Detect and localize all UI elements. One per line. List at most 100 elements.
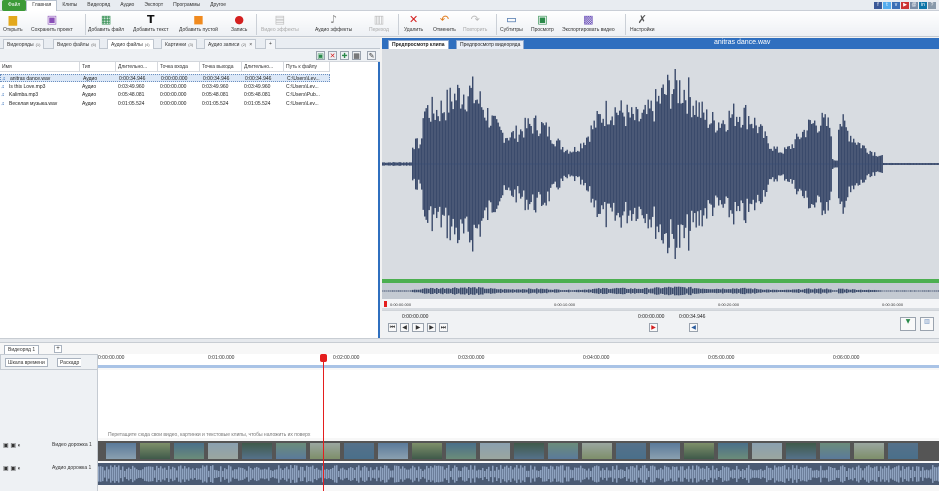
video-clip-thumbnail[interactable]: [718, 443, 748, 459]
col-duration2[interactable]: Длительно...: [242, 62, 284, 72]
grid-view-icon[interactable]: ▦: [352, 51, 361, 60]
twitter-icon[interactable]: t: [883, 2, 891, 9]
col-duration[interactable]: Длительно...: [116, 62, 158, 72]
col-type[interactable]: Тип: [80, 62, 116, 72]
save-project-button[interactable]: ▣ Сохранить проект: [31, 13, 73, 33]
subtitles-button[interactable]: ▭ Субтитры: [500, 13, 523, 33]
video-clip-thumbnail[interactable]: [446, 443, 476, 459]
tab-pictures[interactable]: Картинки (3): [161, 39, 198, 49]
table-row[interactable]: ♫ anitras dance.wav Аудио 0:00:34.946 0:00:0…: [0, 74, 330, 82]
close-tab-icon[interactable]: ×: [249, 42, 252, 48]
transition-button[interactable]: ▥ Переход: [369, 13, 389, 33]
timeline-ruler[interactable]: 0:00:00.000 0:01:00.000 0:02:00.000 0:03…: [98, 354, 939, 368]
video-clip-thumbnail[interactable]: [242, 443, 272, 459]
video-clip-thumbnail[interactable]: [684, 443, 714, 459]
menu-other[interactable]: Другое: [205, 0, 231, 11]
video-clip-thumbnail[interactable]: [106, 443, 136, 459]
add-to-sequence-big-icon[interactable]: ▼: [900, 317, 916, 331]
video-effects-button[interactable]: ▤ Видео эффекты: [261, 13, 299, 33]
video-clip-thumbnail[interactable]: [378, 443, 408, 459]
col-out-point[interactable]: Точка выхода: [200, 62, 242, 72]
mini-playhead[interactable]: [384, 301, 387, 307]
col-path[interactable]: Путь к файлу: [284, 62, 330, 72]
tab-audio-records[interactable]: Аудио записи (2) ×: [204, 39, 257, 49]
video-clip-thumbnail[interactable]: [820, 443, 850, 459]
storyboard-view-button[interactable]: Раскадр: [57, 358, 82, 367]
add-text-button[interactable]: T Добавить текст: [133, 13, 169, 33]
add-to-sequence-icon[interactable]: ▣: [316, 51, 325, 60]
video-clip-thumbnail[interactable]: [548, 443, 578, 459]
tab-sequences[interactable]: Видеоряды (1): [3, 39, 45, 49]
timeline-view-button[interactable]: Шкала времени: [5, 358, 48, 367]
video-clip-thumbnail[interactable]: [208, 443, 238, 459]
open-button[interactable]: ▆ Открыть: [3, 13, 23, 33]
video-clip-thumbnail[interactable]: [276, 443, 306, 459]
record-button[interactable]: ● Запись: [231, 13, 247, 33]
add-icon[interactable]: ✚: [340, 51, 349, 60]
video-clip-thumbnail[interactable]: [344, 443, 374, 459]
col-in-point[interactable]: Точка входа: [158, 62, 200, 72]
tab-video-files[interactable]: Видео файлы (6): [53, 39, 101, 49]
preview-button[interactable]: ▣ Просмотр: [531, 13, 554, 33]
overlay-track-area[interactable]: Перетащите сюда свои видео, картинки и т…: [98, 370, 939, 438]
go-start-button[interactable]: ⏮: [388, 323, 397, 332]
add-file-button[interactable]: ▦ Добавить файл: [88, 13, 124, 33]
set-in-point-button[interactable]: ▶: [649, 323, 658, 332]
video-clip-thumbnail[interactable]: [650, 443, 680, 459]
tab-audio-files[interactable]: Аудио файлы (4): [107, 39, 154, 49]
menu-home[interactable]: Главная: [26, 0, 58, 11]
split-view-icon[interactable]: ▥: [920, 317, 934, 331]
tab-sequence-preview[interactable]: Предпросмотр видеоряда: [456, 40, 525, 49]
menu-clips[interactable]: Клипы: [57, 0, 82, 11]
audio-track[interactable]: [98, 463, 939, 485]
add-tab-button[interactable]: +: [265, 39, 276, 49]
table-row[interactable]: ♫ Kalimba.mp3 Аудио 0:05:48.081 0:00:00.000 0…: [0, 91, 330, 99]
video-clip-thumbnail[interactable]: [888, 443, 918, 459]
video-clip-thumbnail[interactable]: [480, 443, 510, 459]
redo-button[interactable]: ↷ Повторить: [463, 13, 487, 33]
video-clip-thumbnail[interactable]: [582, 443, 612, 459]
add-blank-button[interactable]: ■ Добавить пустой: [179, 13, 218, 33]
delete-button[interactable]: ✕ Удалить: [404, 13, 423, 33]
video-clip-thumbnail[interactable]: [752, 443, 782, 459]
tools-icon[interactable]: ✎: [367, 51, 376, 60]
video-clip-thumbnail[interactable]: [412, 443, 442, 459]
video-clip-thumbnail[interactable]: [854, 443, 884, 459]
export-video-button[interactable]: ▩ Экспортировать видео: [562, 13, 615, 33]
settings-button[interactable]: ✗ Настройки: [630, 13, 655, 33]
playhead-handle[interactable]: [320, 354, 327, 362]
video-clip-thumbnail[interactable]: [786, 443, 816, 459]
help-icon[interactable]: ?: [928, 2, 936, 9]
set-out-point-button[interactable]: ◀: [689, 323, 698, 332]
video-clip-thumbnail[interactable]: [140, 443, 170, 459]
linkedin-icon[interactable]: in: [919, 2, 927, 9]
table-row[interactable]: ♫ Веселая музыка.wav Аудио 0:01:05.524 0:00:…: [0, 100, 330, 108]
remove-icon[interactable]: ✕: [328, 51, 337, 60]
tab-sequence-1[interactable]: Видеоряд 1: [4, 345, 40, 354]
step-back-button[interactable]: ◀: [400, 323, 409, 332]
audio-effects-button[interactable]: ♪ Аудио эффекты: [315, 13, 352, 33]
youtube-icon[interactable]: ▶: [901, 2, 909, 9]
video-clip-thumbnail[interactable]: [514, 443, 544, 459]
menu-export[interactable]: Экспорт: [139, 0, 168, 11]
video-track[interactable]: [98, 441, 939, 461]
tab-clip-preview[interactable]: Предпросмотр клипа: [388, 40, 449, 49]
menu-sequence[interactable]: Видеоряд: [82, 0, 115, 11]
facebook-icon[interactable]: f: [874, 2, 882, 9]
menu-programs[interactable]: Программы: [168, 0, 205, 11]
table-row[interactable]: ♫ Is this Love.mp3 Аудио 0:03:49.960 0:00:00…: [0, 83, 330, 91]
track-controls-icon[interactable]: ▣ ▣ ◐: [3, 442, 21, 449]
menu-audio[interactable]: Аудио: [115, 0, 139, 11]
video-clip-thumbnail[interactable]: [310, 443, 340, 459]
col-name[interactable]: Имя: [0, 62, 80, 72]
undo-button[interactable]: ↶ Отменить: [433, 13, 456, 33]
go-end-button[interactable]: ⏭: [439, 323, 448, 332]
add-sequence-button[interactable]: +: [54, 345, 62, 353]
video-clip-thumbnail[interactable]: [616, 443, 646, 459]
video-clip-thumbnail[interactable]: [174, 443, 204, 459]
play-button[interactable]: ▶: [412, 323, 424, 332]
track-controls-icon[interactable]: ▣ ▣ ◐: [3, 465, 21, 472]
mail-icon[interactable]: @: [910, 2, 918, 9]
menu-file[interactable]: Файл: [2, 0, 27, 11]
step-forward-button[interactable]: ▶: [427, 323, 436, 332]
